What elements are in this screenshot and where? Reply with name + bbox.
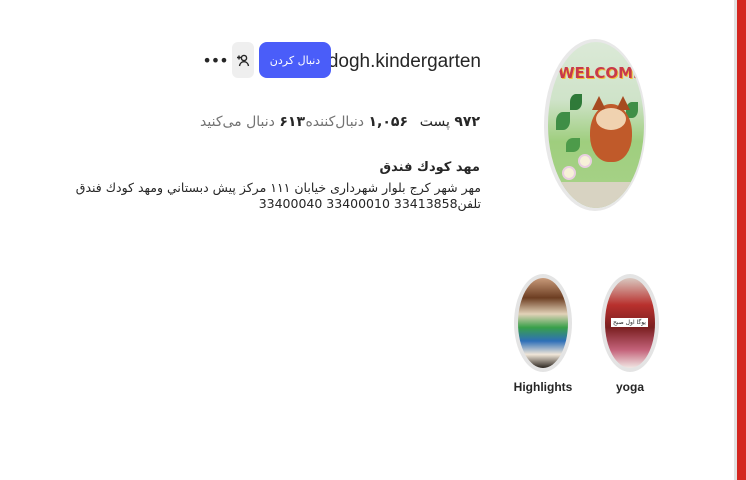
- highlight-item-yoga[interactable]: يوگا اول صبح yoga: [598, 274, 662, 394]
- avatar-leaf: [570, 94, 582, 110]
- avatar-ground: [548, 182, 644, 208]
- stat-following[interactable]: ۶۱۳ دنبال می‌کنید: [200, 114, 305, 130]
- bio-display-name: مهد كودك فندق: [379, 160, 480, 175]
- more-options-button[interactable]: •••: [202, 48, 228, 72]
- highlight-label: yoga: [615, 380, 644, 394]
- highlight-label: Highlights: [513, 380, 573, 394]
- stat-posts-label: پست: [419, 114, 450, 130]
- avatar-flower: [562, 166, 576, 180]
- highlight-item-highlights[interactable]: Highlights: [511, 274, 575, 394]
- stat-followers[interactable]: ۱,۰۵۶ دنبال‌کننده: [305, 114, 408, 130]
- stat-posts-count: ۹۷۲: [454, 114, 480, 130]
- highlight-thumbnail: يوگا اول صبح: [605, 278, 655, 368]
- stat-following-count: ۶۱۳: [279, 114, 305, 130]
- follow-button[interactable]: دنبال کردن: [259, 42, 331, 78]
- stat-followers-count: ۱,۰۵۶: [368, 114, 409, 130]
- avatar-fox-ear: [592, 96, 606, 110]
- highlight-caption: يوگا اول صبح: [611, 318, 648, 327]
- suggest-accounts-button[interactable]: [232, 42, 254, 78]
- avatar-leaf: [566, 138, 580, 152]
- stat-following-label: دنبال می‌کنید: [200, 114, 275, 130]
- highlight-ring: يوگا اول صبح: [601, 274, 659, 372]
- avatar-fox-face: [596, 108, 626, 130]
- avatar-fox-ear: [616, 96, 630, 110]
- avatar-leaf: [556, 112, 570, 130]
- stat-posts[interactable]: ۹۷۲ پست: [420, 114, 480, 130]
- person-add-icon: [237, 54, 250, 67]
- avatar-flower: [578, 154, 592, 168]
- stat-followers-label: دنبال‌کننده: [305, 114, 365, 130]
- bio-text: مهر شهر کرج بلوار شهرداری خیابان ۱۱۱ مرك…: [75, 180, 481, 211]
- avatar-welcome-text: WELCOME: [558, 64, 644, 82]
- highlight-thumbnail: [518, 278, 568, 368]
- highlight-ring: [514, 274, 572, 372]
- side-accent-bar: [737, 0, 746, 480]
- profile-avatar[interactable]: WELCOME: [548, 42, 644, 208]
